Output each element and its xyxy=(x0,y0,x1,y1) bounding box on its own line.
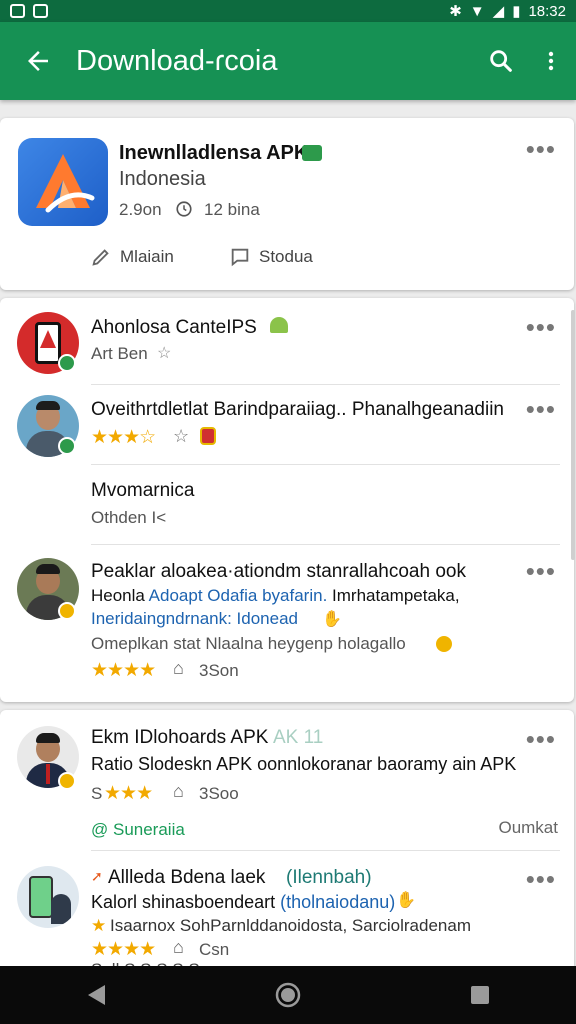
overflow-menu-button[interactable] xyxy=(526,22,576,100)
page-title: Download-ɾcoia xyxy=(76,44,278,77)
search-icon xyxy=(490,50,512,72)
featured-size: 2.9on xyxy=(119,200,162,219)
status-bar: ✱ ▼ ◢ ▮ 18:32 xyxy=(0,0,576,22)
list-item-line3: ★ Isaarnox SohParnlddanoidosta, Sarciolr… xyxy=(91,916,471,935)
list-item-size: 3Soo xyxy=(199,784,239,803)
list-item-sub: Art Ben xyxy=(91,344,148,363)
home-circle-icon xyxy=(275,982,301,1008)
list-item-title: Oveithrtdletlat Barindparaiiag.. Phanalh… xyxy=(91,399,504,420)
list-item-line2: Kalorl shinasboendeart (tholnaiodanu) xyxy=(91,892,396,912)
app-list-card: Ahonlosa CanteIPS Art Ben ☆ ••• Oveithrt… xyxy=(0,298,574,702)
more-options-icon[interactable]: ••• xyxy=(526,314,556,340)
arrow-back-icon xyxy=(28,51,48,71)
app-icon xyxy=(18,138,108,226)
app-bar: Download-ɾcoia xyxy=(0,22,576,100)
rating-stars: ★★★★ xyxy=(91,660,156,681)
list-item[interactable]: Oveithrtdletlat Barindparaiiag.. Phanalh… xyxy=(0,384,574,464)
back-triangle-icon xyxy=(88,985,105,1005)
list-item-rating-prefix: S xyxy=(91,784,103,803)
more-options-icon[interactable]: ••• xyxy=(526,726,556,752)
hand-emoji-icon: ✋ xyxy=(396,892,416,909)
star-outline-icon: ☆ xyxy=(173,426,190,446)
list-item[interactable]: Mvomarnica Othden I< xyxy=(0,464,574,544)
section-link[interactable]: @ Suneraiia xyxy=(91,820,185,840)
rating-stars: ★★★★ xyxy=(91,939,156,960)
more-vert-icon xyxy=(548,51,554,71)
award-badge-icon xyxy=(58,602,76,620)
clock-icon xyxy=(176,201,192,217)
fire-icon: ➚ xyxy=(91,868,103,884)
wifi-icon: ▼ xyxy=(469,2,485,20)
battery-icon: ▮ xyxy=(512,3,521,20)
verified-icon xyxy=(302,145,322,161)
recents-square-icon xyxy=(471,986,489,1004)
list-item-title: Ekm IDlohoards APK xyxy=(91,727,269,748)
app-avatar xyxy=(17,866,79,928)
list-item-desc: Ratio Slodeskn APK oonnlokoranar baoramy… xyxy=(91,754,517,774)
edit-icon xyxy=(92,249,109,266)
flag-icon xyxy=(200,427,216,445)
android-icon xyxy=(270,317,288,333)
featured-app-card[interactable]: Inewnlladlensa APK Indonesia 2.9on 12 bi… xyxy=(0,118,574,290)
clock: 18:32 xyxy=(528,2,566,20)
notification-icon xyxy=(10,4,25,18)
list-item-line1: Peaklar aloakea·ationdm stanrallahcoah o… xyxy=(91,561,466,582)
comment-icon xyxy=(231,248,249,267)
list-item-title: Mvomarnica xyxy=(91,480,195,501)
back-button[interactable] xyxy=(0,22,76,100)
list-item[interactable]: Ahonlosa CanteIPS Art Ben ☆ ••• xyxy=(0,298,574,384)
list-item-sub: Othden I< xyxy=(91,508,167,527)
rating-stars: ★★★ xyxy=(104,783,153,804)
list-item-line2: Heonla Adoapt Odafia byafarin. Imrhatamp… xyxy=(91,586,460,605)
verified-badge-icon xyxy=(58,354,76,372)
more-options-icon[interactable]: ••• xyxy=(526,396,556,422)
signal-icon: ◢ xyxy=(492,3,505,20)
list-item-size: 3Son xyxy=(199,661,239,680)
more-options-icon[interactable]: ••• xyxy=(526,558,556,584)
home-outline-icon: ⌂ xyxy=(173,781,184,801)
list-item-line3[interactable]: Ineridaingndrnank: Idonead xyxy=(91,609,298,629)
bluetooth-icon: ✱ xyxy=(449,3,462,20)
award-badge-icon xyxy=(58,772,76,790)
action-left-button[interactable]: Mlaiain xyxy=(90,246,174,268)
list-item-line4: Omeplkan stat Nlaalna heygenp holagallo xyxy=(91,634,406,653)
star-outline-icon: ☆ xyxy=(157,345,172,362)
featured-app-name: Inewnlladlensa APK xyxy=(119,142,309,164)
list-item-title: Allleda Bdena laek xyxy=(108,867,266,888)
list-item-size: Csn xyxy=(199,940,230,959)
rating-stars: ★★★☆ xyxy=(91,427,156,448)
list-item-title: Ahonlosa CanteIPS xyxy=(91,317,257,338)
home-outline-icon: ⌂ xyxy=(173,658,184,678)
list-item[interactable]: ➚ Allleda Bdena laek (Ilennbah) Kalorl s… xyxy=(0,850,574,979)
nav-recents-button[interactable] xyxy=(450,966,510,1024)
verified-badge-icon xyxy=(58,437,76,455)
more-options-icon[interactable]: ••• xyxy=(526,866,556,892)
coin-icon xyxy=(436,636,452,652)
action-right-button[interactable]: Stodua xyxy=(229,246,313,268)
list-item-tag[interactable]: (Ilennbah) xyxy=(286,867,372,889)
nav-home-button[interactable] xyxy=(258,966,318,1024)
system-nav-bar xyxy=(0,966,576,1024)
gallery-icon xyxy=(33,4,48,18)
search-button[interactable] xyxy=(476,22,526,100)
list-item[interactable]: Peaklar aloakea·ationdm stanrallahcoah o… xyxy=(0,544,574,694)
home-outline-icon: ⌂ xyxy=(173,937,184,957)
hand-emoji-icon: ✋ xyxy=(322,611,342,628)
featured-subtitle: Indonesia xyxy=(119,168,206,190)
more-options-icon[interactable]: ••• xyxy=(526,136,556,162)
app-list-card: Ekm IDlohoards APK AK 11 Ratio Slodeskn … xyxy=(0,710,574,979)
section-more-link[interactable]: Oumkat xyxy=(498,818,558,838)
nav-back-button[interactable] xyxy=(66,966,126,1024)
scrollbar[interactable] xyxy=(571,310,575,560)
list-item[interactable]: Ekm IDlohoards APK AK 11 Ratio Slodeskn … xyxy=(0,710,574,806)
featured-time: 12 bina xyxy=(204,200,260,219)
list-item-tag: AK 11 xyxy=(273,727,324,748)
star-prefix-icon: ★ xyxy=(91,916,106,935)
